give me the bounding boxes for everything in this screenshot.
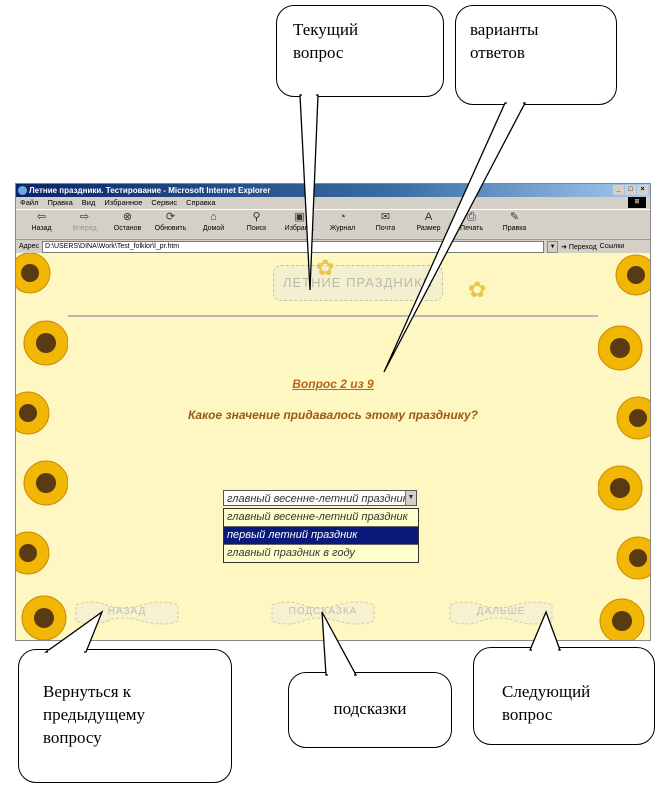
font-size-icon: A xyxy=(424,211,433,223)
back-arrow-icon: ⇦ xyxy=(36,211,47,223)
banner-title: ЛЕТНИЕ ПРАЗДНИКИ xyxy=(273,265,443,301)
answer-options-list: главный весенне-летний праздник первый л… xyxy=(223,508,419,563)
callout-hints: подсказки xyxy=(288,672,452,748)
search-button[interactable]: ⚲ Поиск xyxy=(235,210,278,232)
address-dropdown-icon[interactable]: ▼ xyxy=(547,240,559,253)
windows-logo-icon: ⊞ xyxy=(628,197,646,208)
window-title: Летние праздники. Тестирование - Microso… xyxy=(29,186,271,195)
maximize-button[interactable]: □ xyxy=(625,185,636,195)
answer-select-value: главный весенне-летний праздник xyxy=(227,493,408,505)
address-bar: Адрес D:\USERS\DINA\Work\Test_folklor\l_… xyxy=(16,240,650,253)
menu-file[interactable]: Файл xyxy=(20,197,38,209)
hint-nav-button[interactable]: ПОДСКАЗКА xyxy=(268,597,378,627)
menu-help[interactable]: Справка xyxy=(186,197,215,209)
close-button[interactable]: × xyxy=(637,185,648,195)
refresh-icon: ⟳ xyxy=(165,211,176,223)
callout-text: подсказки xyxy=(333,699,407,718)
sunflower-border-right xyxy=(598,254,650,640)
mail-button[interactable]: ✉ Почта xyxy=(364,210,407,232)
question-number: Вопрос 2 из 9 xyxy=(292,377,374,391)
home-icon: ⌂ xyxy=(210,211,217,223)
back-button[interactable]: ⇦ Назад xyxy=(20,210,63,232)
lily-icon: ✿ xyxy=(468,277,487,302)
page-header: ЛЕТНИЕ ПРАЗДНИКИ ✿ ✿ xyxy=(68,253,598,317)
answer-option[interactable]: главный праздник в году xyxy=(224,545,418,562)
callout-text: Текущий xyxy=(293,20,359,39)
toolbar: ⇦ Назад ⇨ Вперед ⊗ Останов ⟳ Обновить ⌂ Домой… xyxy=(16,209,650,240)
callout-text: Вернуться к xyxy=(43,682,132,701)
callout-text: Следующий xyxy=(502,682,591,701)
favorites-button[interactable]: ▣ Избранн. xyxy=(278,210,321,232)
minimize-button[interactable]: _ xyxy=(613,185,624,195)
chevron-down-icon[interactable]: ▼ xyxy=(405,491,416,505)
answer-option[interactable]: главный весенне-летний праздник xyxy=(224,509,418,527)
history-button[interactable]: ◔ Журнал xyxy=(321,210,364,232)
back-nav-button[interactable]: НАЗАД xyxy=(72,597,182,627)
edit-icon: ✎ xyxy=(509,211,520,223)
home-button[interactable]: ⌂ Домой xyxy=(192,210,235,232)
next-nav-button[interactable]: ДАЛЬШЕ xyxy=(446,597,556,627)
stop-icon: ⊗ xyxy=(122,211,133,223)
print-icon: ⎙ xyxy=(467,211,476,223)
answer-option-selected[interactable]: первый летний праздник xyxy=(224,527,418,545)
history-icon: ◔ xyxy=(339,211,346,223)
callout-text: варианты xyxy=(470,20,539,39)
print-button[interactable]: ⎙ Печать xyxy=(450,210,493,232)
search-icon: ⚲ xyxy=(252,211,261,223)
callout-text: вопросу xyxy=(43,728,102,747)
ie-icon xyxy=(18,186,27,195)
menu-bar: Файл Правка Вид Избранное Сервис Справка… xyxy=(16,197,650,209)
mail-icon: ✉ xyxy=(380,211,391,223)
title-bar: Летние праздники. Тестирование - Microso… xyxy=(16,184,650,197)
browser-window: Летние праздники. Тестирование - Microso… xyxy=(15,183,651,641)
stop-button[interactable]: ⊗ Останов xyxy=(106,210,149,232)
refresh-button[interactable]: ⟳ Обновить xyxy=(149,210,192,232)
address-input[interactable]: D:\USERS\DINA\Work\Test_folklor\l_pr.htm xyxy=(42,240,545,253)
callout-text: вопрос xyxy=(293,43,344,62)
callout-answer-options: варианты ответов xyxy=(455,5,617,105)
callout-current-question: Текущий вопрос xyxy=(276,5,444,97)
sunflower-border-left xyxy=(16,253,68,640)
lily-icon: ✿ xyxy=(316,255,335,280)
callout-text: предыдущему xyxy=(43,705,146,724)
edit-button[interactable]: ✎ Правка xyxy=(493,210,536,232)
window-controls: _ □ × xyxy=(613,185,648,195)
favorites-icon: ▣ xyxy=(294,211,305,223)
forward-button[interactable]: ⇨ Вперед xyxy=(63,210,106,232)
callout-text: вопрос xyxy=(502,705,553,724)
callout-back: Вернуться к предыдущему вопросу xyxy=(18,649,232,783)
question-text: Какое значение придавалось этому праздни… xyxy=(188,408,478,422)
links-button[interactable]: Ссылки xyxy=(600,243,625,250)
font-size-button[interactable]: A Размер xyxy=(407,210,450,232)
answer-select[interactable]: главный весенне-летний праздник ▼ xyxy=(223,490,417,506)
menu-view[interactable]: Вид xyxy=(82,197,96,209)
menu-favorites[interactable]: Избранное xyxy=(104,197,142,209)
callout-next: Следующий вопрос xyxy=(473,647,655,745)
menu-edit[interactable]: Правка xyxy=(47,197,72,209)
go-button[interactable]: ➔ Переход xyxy=(561,243,597,251)
menu-tools[interactable]: Сервис xyxy=(151,197,177,209)
callout-text: ответов xyxy=(470,43,525,62)
address-label: Адрес xyxy=(19,243,40,250)
web-page: ЛЕТНИЕ ПРАЗДНИКИ ✿ ✿ Вопрос 2 из 9 Какое… xyxy=(16,253,650,640)
forward-arrow-icon: ⇨ xyxy=(79,211,90,223)
